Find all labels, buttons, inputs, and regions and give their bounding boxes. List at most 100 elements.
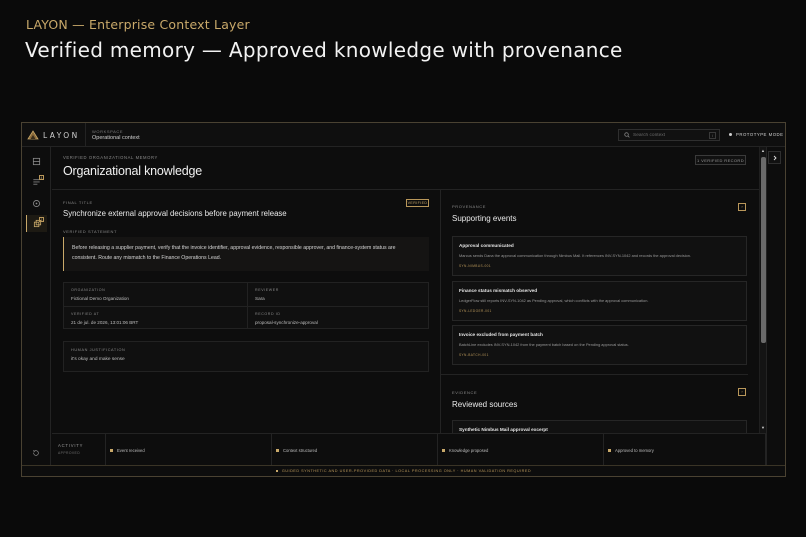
meta-divider bbox=[64, 306, 428, 307]
activity-step[interactable]: Knowledge proposed bbox=[438, 434, 604, 466]
meta-label: VERIFIED AT bbox=[71, 312, 100, 316]
rail-item-list[interactable]: 4 bbox=[26, 173, 47, 190]
scrollbar[interactable]: ▲ ▼ bbox=[759, 147, 766, 433]
meta-value: Fictional Demo Organization bbox=[71, 296, 129, 301]
event-description: LedgerFlow still reports INV-SYN-1042 as… bbox=[459, 298, 649, 303]
source-title: Synthetic Nimbus Mail approval excerpt bbox=[459, 427, 548, 432]
rail-badge: 4 bbox=[39, 175, 44, 180]
activity-bar: ACTIVITY APPROVED Event received Context… bbox=[52, 433, 766, 466]
final-title-label: FINAL TITLE bbox=[63, 200, 93, 205]
meta-value: 21 de jul. de 2026, 13:01:06 BRT bbox=[71, 320, 139, 325]
step-label: Approved to memory bbox=[615, 447, 654, 453]
event-title: Approval communicated bbox=[459, 243, 514, 248]
rail-item-history[interactable] bbox=[30, 447, 42, 459]
event-card[interactable]: Invoice excluded from payment batch Batc… bbox=[452, 325, 747, 365]
page-title: Organizational knowledge bbox=[63, 164, 203, 178]
evidence-label: EVIDENCE bbox=[452, 390, 478, 395]
event-card[interactable]: Finance status mismatch observed LedgerF… bbox=[452, 281, 747, 321]
right-rail bbox=[766, 147, 785, 465]
search-box[interactable]: / bbox=[618, 129, 720, 141]
meta-label: ORGANIZATION bbox=[71, 288, 106, 292]
verified-statement: Before releasing a supplier payment, ver… bbox=[63, 237, 429, 271]
provenance-title: Supporting events bbox=[452, 214, 517, 223]
justification-label: HUMAN JUSTIFICATION bbox=[71, 348, 126, 352]
verified-record-button[interactable]: 1 VERIFIED RECORD bbox=[695, 155, 746, 165]
step-dot-icon bbox=[110, 448, 113, 452]
provenance-label: PROVENANCE bbox=[452, 204, 487, 209]
event-id: SYN-LEDGER-001 bbox=[459, 309, 492, 313]
event-title: Invoice excluded from payment batch bbox=[459, 332, 543, 337]
event-title: Finance status mismatch observed bbox=[459, 288, 538, 293]
meta-value: Sara bbox=[255, 296, 265, 301]
rail-item-layers[interactable]: 1 bbox=[26, 215, 47, 232]
meta-record-id: RECORD ID proposal-synchronize-approval bbox=[248, 307, 431, 330]
meta-organization: ORGANIZATION Fictional Demo Organization bbox=[64, 283, 247, 306]
search-shortcut-key: / bbox=[709, 132, 716, 139]
step-dot-icon bbox=[442, 448, 445, 452]
step-label: Event received bbox=[117, 447, 145, 453]
inbox-icon bbox=[32, 157, 41, 166]
verified-badge: VERIFIED bbox=[406, 199, 429, 207]
workspace-label: WORKSPACE bbox=[92, 129, 124, 134]
activity-step[interactable]: Event received bbox=[106, 434, 272, 466]
rail-item-target[interactable] bbox=[26, 195, 47, 212]
event-description: Marcus sends Dana the approval communica… bbox=[459, 253, 692, 258]
main-content[interactable]: VERIFIED ORGANIZATIONAL MEMORY Organizat… bbox=[52, 147, 759, 433]
activity-step[interactable]: Approved to memory bbox=[604, 434, 766, 466]
event-card[interactable]: Approval communicated Marcus sends Dana … bbox=[452, 236, 747, 276]
evidence-title: Reviewed sources bbox=[452, 400, 518, 409]
event-id: SYN-BATCH-001 bbox=[459, 353, 489, 357]
column-divider bbox=[440, 190, 441, 433]
step-dot-icon bbox=[276, 448, 279, 452]
meta-reviewer: REVIEWER Sara bbox=[248, 283, 431, 306]
expand-icon[interactable]: › bbox=[738, 203, 746, 211]
nav-rail: 4 1 bbox=[22, 147, 51, 465]
meta-label: RECORD ID bbox=[255, 312, 281, 316]
rail-badge: 1 bbox=[39, 217, 44, 222]
scroll-down-icon[interactable]: ▼ bbox=[761, 425, 765, 430]
rail-item-inbox[interactable] bbox=[26, 153, 47, 170]
target-icon bbox=[33, 200, 40, 207]
prototype-mode-label: PROTOTYPE MODE bbox=[736, 132, 784, 137]
slide-title: Verified memory — Approved knowledge wit… bbox=[25, 38, 623, 62]
provenance-panel: PROVENANCE Supporting events › Approval … bbox=[440, 190, 748, 433]
expand-icon[interactable]: › bbox=[738, 388, 746, 396]
app-window: LAYON WORKSPACE Operational context / PR… bbox=[21, 122, 786, 477]
slide-kicker: LAYON — Enterprise Context Layer bbox=[26, 17, 250, 32]
footer-dot-icon bbox=[275, 470, 278, 472]
logo-text: LAYON bbox=[43, 130, 80, 140]
activity-label: ACTIVITY bbox=[58, 443, 84, 448]
meta-verified-at: VERIFIED AT 21 de jul. de 2026, 13:01:06… bbox=[64, 307, 247, 330]
step-label: Context structured bbox=[283, 447, 318, 453]
event-description: BatchLine excludes INV-SYN-1042 from the… bbox=[459, 342, 629, 347]
meta-label: REVIEWER bbox=[255, 288, 279, 292]
section-divider bbox=[440, 374, 748, 375]
statement-label: VERIFIED STATEMENT bbox=[63, 229, 117, 234]
logo[interactable]: LAYON bbox=[27, 129, 82, 141]
next-button[interactable] bbox=[768, 151, 781, 164]
search-input[interactable] bbox=[633, 132, 709, 138]
search-icon bbox=[624, 132, 630, 138]
meta-value: proposal-synchronize-approval bbox=[255, 320, 318, 325]
activity-step[interactable]: Context structured bbox=[272, 434, 438, 466]
chevron-right-icon bbox=[773, 155, 777, 160]
activity-header: ACTIVITY APPROVED bbox=[52, 434, 106, 466]
footer-text: GUIDED SYNTHETIC AND USER-PROVIDED DATA … bbox=[281, 469, 532, 473]
record-metadata: ORGANIZATION Fictional Demo Organization… bbox=[63, 282, 429, 329]
topbar-divider bbox=[85, 123, 86, 147]
footer-notice: GUIDED SYNTHETIC AND USER-PROVIDED DATA … bbox=[22, 465, 785, 476]
prototype-mode-indicator: PROTOTYPE MODE bbox=[729, 132, 784, 137]
history-icon bbox=[33, 450, 39, 456]
justification-text: it's okay and make sense bbox=[71, 357, 125, 362]
workspace-name[interactable]: Operational context bbox=[92, 135, 140, 141]
final-title: Synchronize external approval decisions … bbox=[63, 209, 287, 218]
human-justification: HUMAN JUSTIFICATION it's okay and make s… bbox=[63, 341, 429, 372]
activity-status: APPROVED bbox=[58, 451, 81, 455]
logo-mark-icon bbox=[27, 130, 39, 140]
source-card[interactable]: Synthetic Nimbus Mail approval excerpt bbox=[452, 420, 747, 433]
step-dot-icon bbox=[608, 448, 611, 452]
scroll-up-icon[interactable]: ▲ bbox=[761, 148, 765, 153]
step-label: Knowledge proposed bbox=[449, 447, 489, 453]
status-dot-icon bbox=[729, 133, 732, 136]
topbar: LAYON WORKSPACE Operational context / PR… bbox=[22, 123, 785, 147]
